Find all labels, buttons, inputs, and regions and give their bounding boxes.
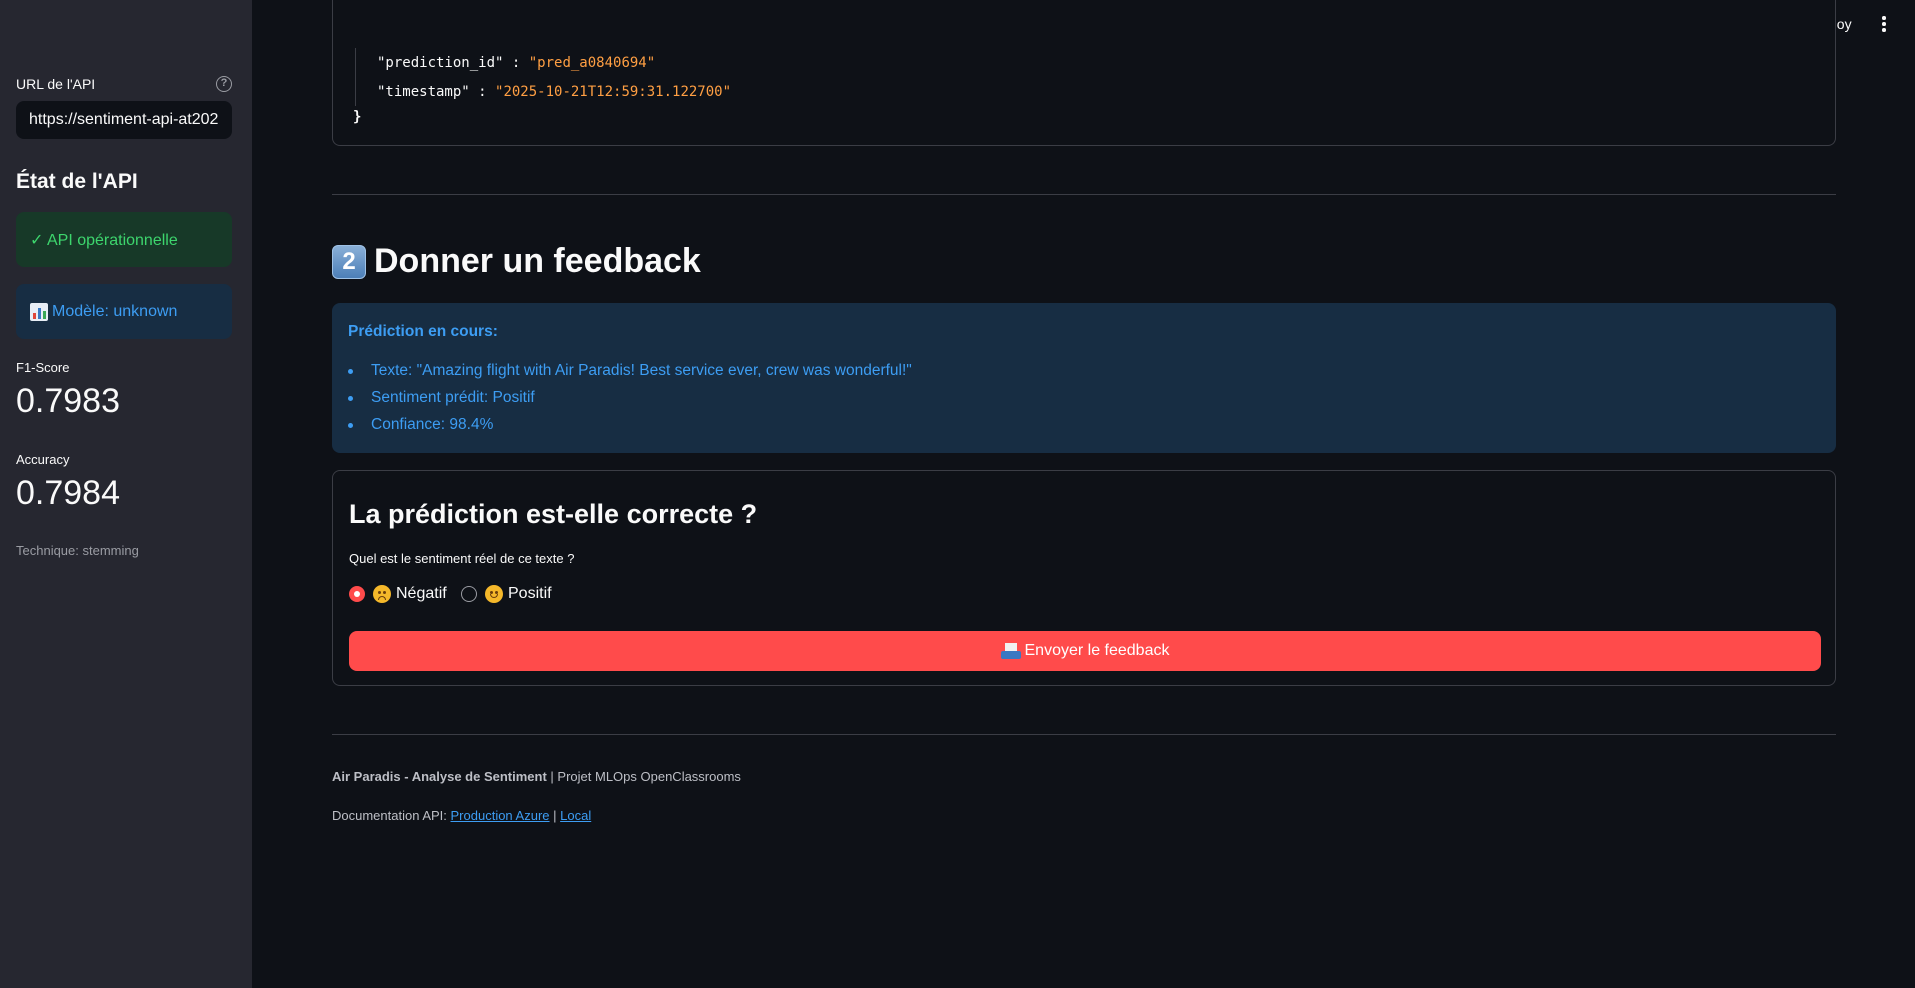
footer-project-subtitle: | Projet MLOps OpenClassrooms	[546, 769, 741, 784]
radio-unselected-indicator[interactable]	[461, 586, 477, 602]
footer-link-separator: |	[549, 808, 561, 823]
form-title: La prédiction est-elle correcte ?	[349, 499, 758, 529]
json-indent-guide	[355, 48, 356, 106]
radio-label-positif: Positif	[508, 585, 552, 602]
bar-chart-icon	[30, 302, 48, 321]
sidebar: URL de l'API ? État de l'API ✓ API opéra…	[0, 0, 252, 988]
api-url-input[interactable]	[16, 101, 232, 139]
sad-face-icon	[373, 585, 391, 603]
accuracy-value: 0.7984	[16, 474, 120, 512]
divider	[332, 194, 1836, 195]
link-production-azure[interactable]: Production Azure	[451, 808, 550, 823]
keycap-two-icon: 2	[332, 244, 366, 279]
prediction-info-box: Prédiction en cours: Texte: "Amazing fli…	[332, 303, 1836, 453]
json-response-box: "prediction_id" : "pred_a0840694" "times…	[332, 0, 1836, 146]
feedback-title-text: Donner un feedback	[374, 242, 701, 280]
api-url-label: URL de l'API	[16, 76, 96, 92]
footer-divider	[332, 734, 1836, 735]
accuracy-label: Accuracy	[16, 452, 70, 467]
radio-option-negatif[interactable]: Négatif	[349, 585, 447, 603]
question-circle-icon[interactable]: ?	[216, 76, 232, 92]
sentiment-question-label: Quel est le sentiment réel de ce texte ?	[349, 551, 575, 566]
radio-label-negatif: Négatif	[396, 585, 447, 602]
f1-score-value: 0.7983	[16, 382, 120, 420]
technique-caption: Technique: stemming	[16, 543, 139, 558]
api-status-success-alert: ✓ API opérationnelle	[16, 212, 232, 267]
footer-doc-prefix: Documentation API:	[332, 808, 451, 823]
radio-selected-indicator[interactable]	[349, 586, 365, 602]
link-local[interactable]: Local	[560, 808, 591, 823]
footer-project-line: Air Paradis - Analyse de Sentiment | Pro…	[332, 769, 741, 784]
api-status-heading: État de l'API	[16, 170, 138, 193]
feedback-form: La prédiction est-elle correcte ? Quel e…	[332, 470, 1836, 686]
json-closing-brace: }	[353, 109, 362, 125]
smiley-face-icon	[485, 585, 503, 603]
json-line-prediction-id: "prediction_id" : "pred_a0840694"	[377, 55, 656, 71]
feedback-section-title: 2 Donner un feedback	[332, 242, 701, 281]
model-info-text: Modèle: unknown	[52, 302, 178, 320]
model-info-alert: Modèle: unknown	[16, 284, 232, 339]
kebab-menu-icon[interactable]	[1876, 16, 1892, 34]
submit-feedback-label: Envoyer le feedback	[1024, 642, 1170, 659]
outbox-tray-icon	[1000, 643, 1021, 659]
api-url-label-row: URL de l'API ?	[16, 74, 232, 94]
footer-project-name: Air Paradis - Analyse de Sentiment	[332, 769, 547, 784]
f1-score-label: F1-Score	[16, 360, 70, 375]
json-line-timestamp: "timestamp" : "2025-10-21T12:59:31.12270…	[377, 84, 732, 100]
submit-feedback-button[interactable]: Envoyer le feedback	[349, 631, 1821, 671]
api-status-text: ✓ API opérationnelle	[30, 231, 178, 249]
info-title: Prédiction en cours:	[348, 323, 498, 340]
footer-doc-line: Documentation API: Production Azure | Lo…	[332, 808, 591, 823]
radio-option-positif[interactable]: Positif	[461, 585, 552, 603]
